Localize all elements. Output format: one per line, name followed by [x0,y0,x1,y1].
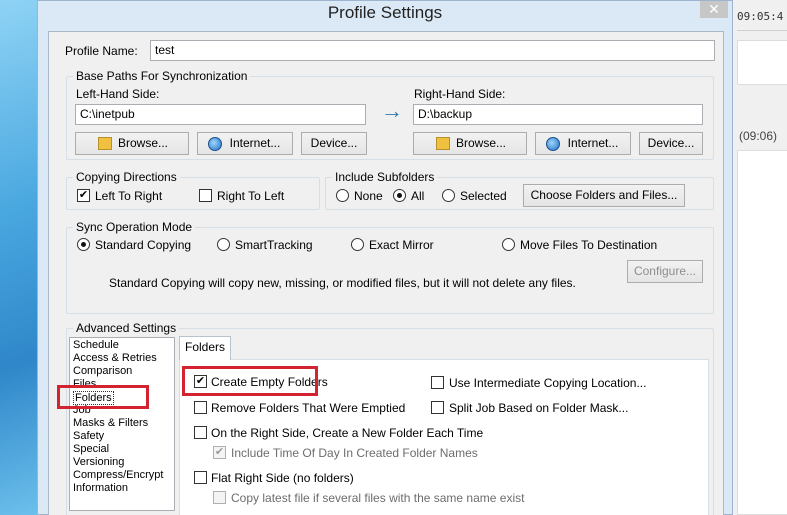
left-to-right-label: Left To Right [95,189,163,203]
right-browse-label: Browse... [455,136,506,150]
use-intermediate-label: Use Intermediate Copying Location... [449,376,647,390]
exact-mirror-label: Exact Mirror [369,238,434,252]
left-to-right-checkbox[interactable]: ✔ [77,189,90,202]
profile-name-label: Profile Name: [65,44,138,58]
folder-icon [98,137,112,150]
category-masks-filters[interactable]: Masks & Filters [73,417,148,429]
exact-mirror-radio[interactable] [351,238,364,251]
category-versioning[interactable]: Versioning [73,456,124,468]
clock-text: 09:05:4 [737,10,784,23]
right-side-label: Right-Hand Side: [414,87,506,101]
split-job-checkbox[interactable] [431,401,444,414]
category-schedule[interactable]: Schedule [73,339,119,351]
category-special[interactable]: Special [73,443,109,455]
left-internet-label: Internet... [229,136,281,150]
subfolders-none-radio[interactable] [336,189,349,202]
globe-icon [208,137,222,151]
remove-folders-emptied-checkbox[interactable] [194,401,207,414]
right-path-input[interactable]: D:\backup [413,104,703,125]
right-internet-button[interactable]: Internet... [535,132,631,155]
category-safety[interactable]: Safety [73,430,104,442]
left-internet-button[interactable]: Internet... [197,132,293,155]
include-time-of-day-checkbox[interactable]: ✔ [213,446,226,459]
include-time-of-day-label: Include Time Of Day In Created Folder Na… [231,446,478,460]
tab-folders[interactable]: Folders [179,336,232,360]
profile-name-input[interactable]: test [150,40,715,61]
subfolders-all-label: All [411,189,425,203]
subfolders-selected-label: Selected [460,189,507,203]
sync-mode-description: Standard Copying will copy new, missing,… [109,276,576,290]
category-information[interactable]: Information [73,482,128,494]
left-browse-button[interactable]: Browse... [75,132,189,155]
choose-folders-button[interactable]: Choose Folders and Files... [523,184,685,207]
category-compress-encrypt[interactable]: Compress/Encrypt [73,469,163,481]
copy-latest-file-checkbox[interactable] [213,491,226,504]
remove-folders-emptied-label: Remove Folders That Were Emptied [211,401,406,415]
category-comparison[interactable]: Comparison [73,365,132,377]
close-button[interactable]: ✕ [700,1,728,18]
subfolders-selected-radio[interactable] [442,189,455,202]
split-job-label: Split Job Based on Folder Mask... [449,401,629,415]
right-internet-label: Internet... [567,136,619,150]
title-bar[interactable]: Profile Settings ✕ [38,1,732,27]
flat-right-side-checkbox[interactable] [194,471,207,484]
right-side-new-folder-label: On the Right Side, Create a New Folder E… [211,426,484,440]
category-access-retries[interactable]: Access & Retries [73,352,157,364]
right-to-left-checkbox[interactable] [199,189,212,202]
smarttracking-label: SmartTracking [235,238,313,252]
configure-button[interactable]: Configure... [627,260,703,283]
highlight-box-create-empty-folders [182,366,318,396]
base-paths-title: Base Paths For Synchronization [73,69,251,83]
time-entry: (09:06) [739,129,778,143]
right-to-left-label: Right To Left [217,189,285,203]
left-browse-label: Browse... [117,136,168,150]
left-path-input[interactable]: C:\inetpub [75,104,366,125]
dialog-title: Profile Settings [327,3,443,22]
desktop-background [0,0,40,515]
standard-copying-label: Standard Copying [95,238,192,252]
profile-settings-dialog: Profile Settings ✕ Profile Name: test Ba… [37,0,733,515]
sync-mode-title: Sync Operation Mode [73,220,196,234]
use-intermediate-checkbox[interactable] [431,376,444,389]
move-files-label: Move Files To Destination [520,238,658,252]
copying-directions-title: Copying Directions [73,170,180,184]
right-browse-button[interactable]: Browse... [413,132,527,155]
standard-copying-radio[interactable] [77,238,90,251]
folder-icon [436,137,450,150]
subfolders-all-radio[interactable] [393,189,406,202]
divider [737,30,787,31]
left-side-label: Left-Hand Side: [76,87,160,101]
background-panel-lower [737,150,787,515]
globe-icon [546,137,560,151]
move-files-radio[interactable] [502,238,515,251]
arrow-right-icon: → [381,98,403,123]
flat-right-side-label: Flat Right Side (no folders) [211,471,354,485]
right-side-new-folder-checkbox[interactable] [194,426,207,439]
advanced-category-list[interactable]: Schedule Access & Retries Comparison Fil… [69,337,175,511]
highlight-box-folders-category [57,385,149,409]
smarttracking-radio[interactable] [217,238,230,251]
right-device-button[interactable]: Device... [639,132,703,155]
subfolders-none-label: None [354,189,383,203]
copy-latest-file-label: Copy latest file if several files with t… [231,491,525,505]
include-subfolders-title: Include Subfolders [332,170,438,184]
background-window: 09:05:4 (09:06) [730,0,787,515]
advanced-settings-title: Advanced Settings [73,321,180,335]
dialog-client-area: Profile Name: test Base Paths For Synchr… [48,31,724,515]
left-device-button[interactable]: Device... [301,132,367,155]
background-panel [737,40,787,85]
